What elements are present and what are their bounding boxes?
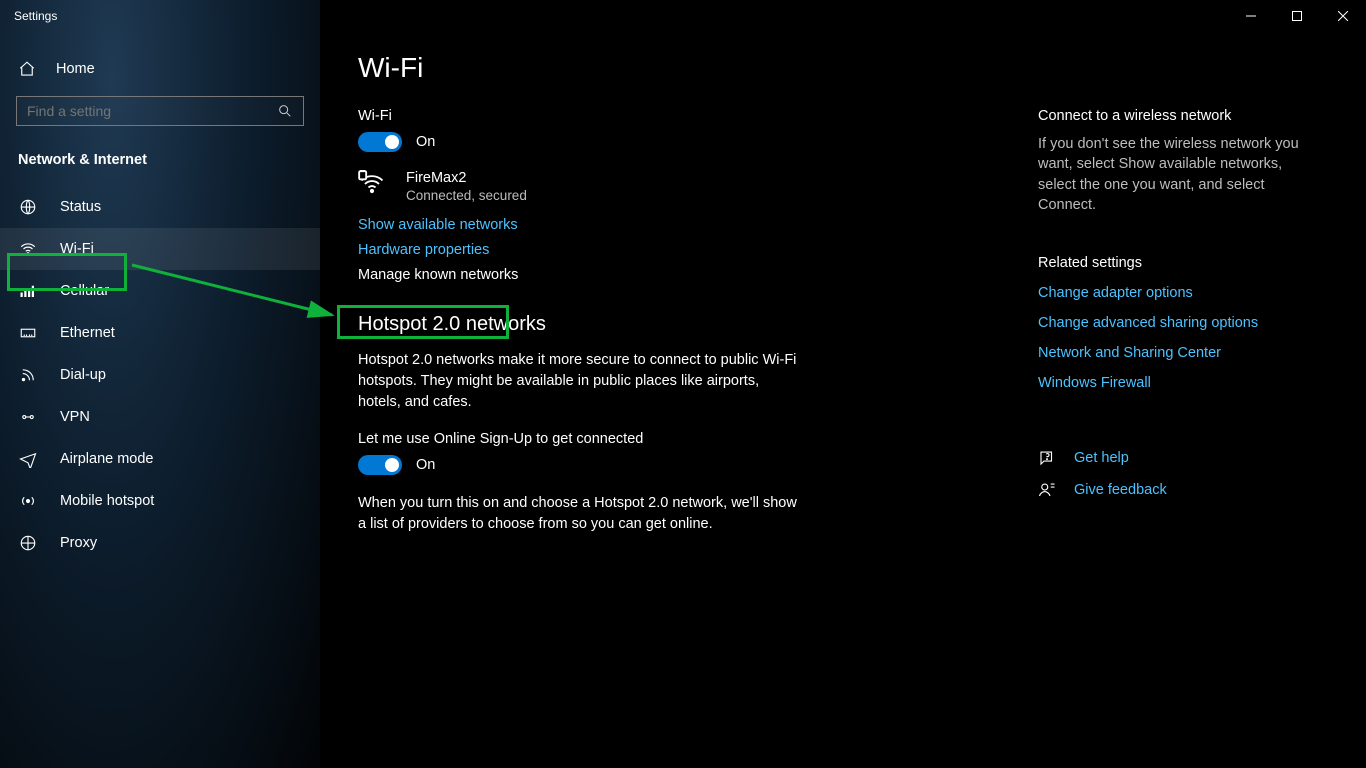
current-network[interactable]: FireMax2 Connected, secured [358, 170, 1038, 203]
link-windows-firewall[interactable]: Windows Firewall [1038, 375, 1308, 391]
minimize-button[interactable] [1228, 0, 1274, 32]
window-title: Settings [0, 9, 57, 23]
sidebar-item-label: Proxy [60, 535, 97, 551]
sidebar-item-proxy[interactable]: Proxy [0, 522, 320, 564]
online-signup-toggle[interactable] [358, 455, 402, 475]
feedback-icon [1038, 481, 1056, 499]
dialup-icon [18, 366, 38, 384]
sidebar: Home Network & Internet Status [0, 0, 320, 768]
wifi-section-label: Wi-Fi [358, 108, 1038, 124]
status-icon [18, 198, 38, 216]
maximize-button[interactable] [1274, 0, 1320, 32]
aside: Connect to a wireless network If you don… [1038, 52, 1328, 748]
sidebar-item-label: VPN [60, 409, 90, 425]
wifi-icon [18, 240, 38, 258]
online-signup-state: On [416, 457, 435, 473]
proxy-icon [18, 534, 38, 552]
page-title: Wi-Fi [358, 52, 1038, 84]
sidebar-item-label: Wi-Fi [60, 241, 94, 257]
search-field[interactable] [27, 103, 277, 119]
online-signup-label: Let me use Online Sign-Up to get connect… [358, 431, 1038, 447]
sidebar-item-label: Ethernet [60, 325, 115, 341]
hotspot-icon [18, 492, 38, 510]
link-manage-known-networks[interactable]: Manage known networks [358, 267, 1038, 283]
sidebar-item-dialup[interactable]: Dial-up [0, 354, 320, 396]
link-hardware-properties[interactable]: Hardware properties [358, 242, 1038, 258]
aside-related-heading: Related settings [1038, 255, 1308, 271]
main-area: Wi-Fi Wi-Fi On FireMax2 Connected, secur… [320, 0, 1366, 768]
link-show-available-networks[interactable]: Show available networks [358, 217, 1038, 233]
link-network-sharing-center[interactable]: Network and Sharing Center [1038, 345, 1308, 361]
hotspot-heading: Hotspot 2.0 networks [358, 313, 1038, 336]
link-get-help-label: Get help [1074, 450, 1129, 466]
sidebar-item-label: Airplane mode [60, 451, 154, 467]
hotspot-description: Hotspot 2.0 networks make it more secure… [358, 350, 798, 413]
sidebar-item-ethernet[interactable]: Ethernet [0, 312, 320, 354]
sidebar-item-airplane[interactable]: Airplane mode [0, 438, 320, 480]
link-adapter-options[interactable]: Change adapter options [1038, 285, 1308, 301]
sidebar-home-label: Home [56, 61, 95, 77]
titlebar: Settings [0, 0, 1366, 32]
sidebar-item-wifi[interactable]: Wi-Fi [0, 228, 320, 270]
sidebar-item-label: Dial-up [60, 367, 106, 383]
sidebar-item-cellular[interactable]: Cellular [0, 270, 320, 312]
cellular-icon [18, 282, 38, 300]
sidebar-item-label: Mobile hotspot [60, 493, 154, 509]
sidebar-home[interactable]: Home [0, 50, 320, 88]
close-button[interactable] [1320, 0, 1366, 32]
link-advanced-sharing[interactable]: Change advanced sharing options [1038, 315, 1308, 331]
aside-connect-heading: Connect to a wireless network [1038, 108, 1308, 124]
search-input[interactable] [16, 96, 304, 126]
vpn-icon [18, 408, 38, 426]
network-name: FireMax2 [406, 170, 527, 186]
sidebar-category: Network & Internet [0, 140, 320, 186]
online-signup-description: When you turn this on and choose a Hotsp… [358, 493, 798, 535]
help-icon [1038, 449, 1056, 467]
link-give-feedback-label: Give feedback [1074, 482, 1167, 498]
home-icon [18, 60, 36, 78]
wifi-toggle[interactable] [358, 132, 402, 152]
network-status: Connected, secured [406, 188, 527, 203]
airplane-icon [18, 450, 38, 468]
sidebar-item-hotspot[interactable]: Mobile hotspot [0, 480, 320, 522]
link-give-feedback[interactable]: Give feedback [1038, 481, 1308, 499]
wifi-toggle-state: On [416, 134, 435, 150]
sidebar-item-status[interactable]: Status [0, 186, 320, 228]
search-icon [277, 103, 293, 119]
wifi-secured-icon [358, 170, 386, 198]
sidebar-item-label: Cellular [60, 283, 109, 299]
link-get-help[interactable]: Get help [1038, 449, 1308, 467]
ethernet-icon [18, 324, 38, 342]
aside-connect-body: If you don't see the wireless network yo… [1038, 134, 1308, 215]
sidebar-item-label: Status [60, 199, 101, 215]
sidebar-item-vpn[interactable]: VPN [0, 396, 320, 438]
